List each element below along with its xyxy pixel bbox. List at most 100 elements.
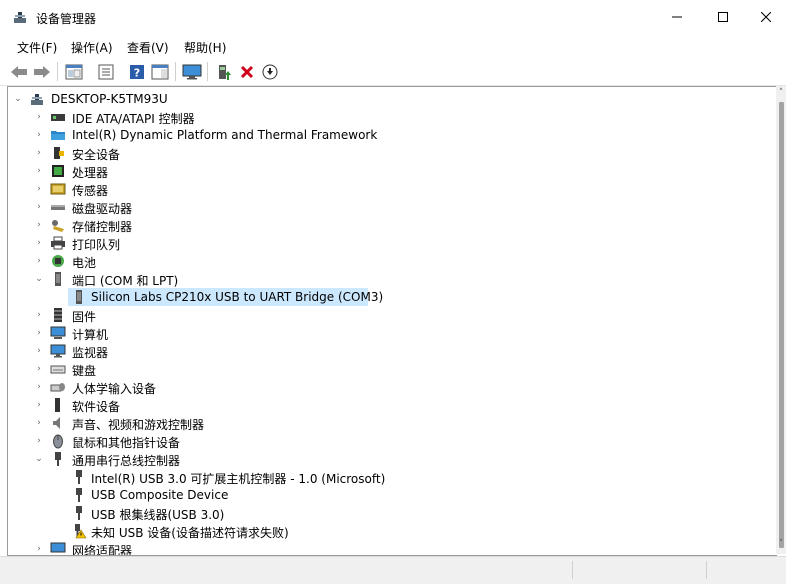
tree-item-disk[interactable]: › 磁盘驱动器	[8, 198, 768, 216]
tree-item-usb-controllers[interactable]: ⌄ 通用串行总线控制器	[8, 450, 768, 468]
svg-text:?: ?	[134, 67, 140, 80]
properties-button[interactable]	[95, 61, 117, 83]
sensor-icon	[50, 183, 66, 195]
forward-button[interactable]	[31, 61, 53, 83]
close-button[interactable]	[746, 0, 786, 34]
tree-item-ide[interactable]: › IDE ATA/ATAPI 控制器	[8, 108, 768, 126]
tree-item-port-device[interactable]: Silicon Labs CP210x USB to UART Bridge (…	[8, 288, 768, 306]
tree-item-label: 电池	[72, 256, 97, 270]
chevron-down-icon[interactable]: ⌄	[34, 453, 44, 465]
vertical-scrollbar[interactable]: ˄ ˅	[776, 86, 786, 554]
chevron-right-icon[interactable]: ›	[34, 201, 44, 213]
tree-item-keyboard[interactable]: › 键盘	[8, 360, 768, 378]
window-title: 设备管理器	[36, 12, 97, 26]
tree-item-audio[interactable]: › 声音、视频和游戏控制器	[8, 414, 768, 432]
chevron-right-icon[interactable]: ›	[34, 399, 44, 411]
tree-item-label: 计算机	[72, 328, 109, 342]
tree-item-mouse[interactable]: › 鼠标和其他指针设备	[8, 432, 768, 450]
tree-item-usb-hub[interactable]: USB 根集线器(USB 3.0)	[8, 504, 768, 522]
tree-item-usb-host[interactable]: Intel(R) USB 3.0 可扩展主机控制器 - 1.0 (Microso…	[8, 468, 768, 486]
tree-item-thermal[interactable]: › Intel(R) Dynamic Platform and Thermal …	[8, 126, 768, 144]
monitor-icon	[182, 64, 202, 80]
software-device-icon	[55, 398, 60, 412]
tree-item-battery[interactable]: › 电池	[8, 252, 768, 270]
tree-item-software[interactable]: › 软件设备	[8, 396, 768, 414]
maximize-button[interactable]	[700, 0, 746, 34]
tree-item-label: 通用串行总线控制器	[72, 454, 181, 468]
tree-item-label: 监视器	[72, 346, 109, 360]
menu-help[interactable]: 帮助(H)	[184, 39, 226, 56]
tree-item-usb-unknown[interactable]: 未知 USB 设备(设备描述符请求失败)	[8, 522, 768, 540]
tree-item-label: 处理器	[72, 166, 109, 180]
show-hide-console-button[interactable]	[63, 61, 85, 83]
chevron-right-icon[interactable]: ›	[34, 309, 44, 321]
help-button[interactable]: ?	[126, 61, 148, 83]
tree-item-firmware[interactable]: › 固件	[8, 306, 768, 324]
tree-item-label: IDE ATA/ATAPI 控制器	[72, 112, 195, 126]
chevron-right-icon[interactable]: ›	[34, 363, 44, 375]
uninstall-button[interactable]	[236, 61, 258, 83]
chevron-right-icon[interactable]: ›	[34, 165, 44, 177]
chevron-right-icon[interactable]: ›	[34, 255, 44, 267]
minimize-button[interactable]	[654, 0, 700, 34]
menu-view[interactable]: 查看(V)	[127, 39, 169, 56]
tree-item-label: 网络适配器	[72, 544, 133, 556]
tree-item-network[interactable]: › 网络适配器	[8, 540, 768, 556]
chevron-right-icon[interactable]: ›	[34, 435, 44, 447]
chevron-right-icon[interactable]: ›	[34, 543, 44, 555]
menu-action[interactable]: 操作(A)	[71, 39, 113, 56]
chevron-down-icon[interactable]: ⌄	[34, 273, 44, 285]
chevron-right-icon[interactable]: ›	[34, 237, 44, 249]
toolbar: ?	[0, 58, 786, 86]
tree-item-ports[interactable]: ⌄ 端口 (COM 和 LPT)	[8, 270, 768, 288]
toolbar-separator	[207, 62, 208, 81]
tree-item-label: 软件设备	[72, 400, 121, 414]
tree-item-monitor[interactable]: › 监视器	[8, 342, 768, 360]
chevron-right-icon[interactable]: ›	[34, 417, 44, 429]
scroll-down-icon[interactable]: ˅	[776, 539, 786, 549]
tree-item-hid[interactable]: › 人体学输入设备	[8, 378, 768, 396]
scroll-up-icon[interactable]: ˄	[776, 88, 786, 98]
security-device-icon	[54, 147, 64, 159]
tree-item-label: 键盘	[72, 364, 97, 378]
chevron-right-icon[interactable]: ›	[34, 327, 44, 339]
update-driver-button[interactable]	[213, 61, 235, 83]
status-divider	[706, 561, 707, 579]
tree-item-label: Silicon Labs CP210x USB to UART Bridge (…	[91, 290, 384, 304]
firmware-icon	[54, 308, 62, 322]
tree-item-label: 磁盘驱动器	[72, 202, 133, 216]
chevron-right-icon[interactable]: ›	[34, 345, 44, 357]
hid-icon	[50, 383, 65, 392]
storage-controller-icon	[52, 220, 64, 232]
tree-item-security[interactable]: › 安全设备	[8, 144, 768, 162]
chevron-right-icon[interactable]: ›	[34, 219, 44, 231]
tree-item-processor[interactable]: › 处理器	[8, 162, 768, 180]
tree-item-sensor[interactable]: › 传感器	[8, 180, 768, 198]
chevron-right-icon[interactable]: ›	[34, 147, 44, 159]
forward-icon	[34, 66, 50, 78]
chevron-right-icon[interactable]: ›	[34, 183, 44, 195]
show-hide-console-icon	[65, 64, 83, 80]
action-pane-button[interactable]	[149, 61, 171, 83]
chevron-down-icon[interactable]: ⌄	[13, 93, 23, 105]
battery-icon	[52, 255, 64, 267]
menu-bar: 文件(F) 操作(A) 查看(V) 帮助(H)	[0, 34, 786, 58]
device-manager-app-icon	[14, 12, 26, 23]
tree-item-storage[interactable]: › 存储控制器	[8, 216, 768, 234]
uninstall-icon	[240, 65, 254, 79]
scrollbar-thumb[interactable]	[779, 102, 784, 548]
tree-item-label: USB Composite Device	[91, 488, 229, 502]
download-button[interactable]	[259, 61, 281, 83]
tree-root-label: DESKTOP-K5TM93U	[51, 92, 168, 106]
tree-item-print-queue[interactable]: › 打印队列	[8, 234, 768, 252]
chevron-right-icon[interactable]: ›	[34, 129, 44, 141]
tree-root-row[interactable]: ⌄ DESKTOP-K5TM93U	[8, 90, 768, 108]
tree-item-computer[interactable]: › 计算机	[8, 324, 768, 342]
chevron-right-icon[interactable]: ›	[34, 111, 44, 123]
tree-item-label: 固件	[72, 310, 97, 324]
chevron-right-icon[interactable]: ›	[34, 381, 44, 393]
tree-item-usb-composite[interactable]: USB Composite Device	[8, 486, 768, 504]
back-button[interactable]	[8, 61, 30, 83]
menu-file[interactable]: 文件(F)	[17, 39, 57, 56]
monitor-button[interactable]	[181, 61, 203, 83]
